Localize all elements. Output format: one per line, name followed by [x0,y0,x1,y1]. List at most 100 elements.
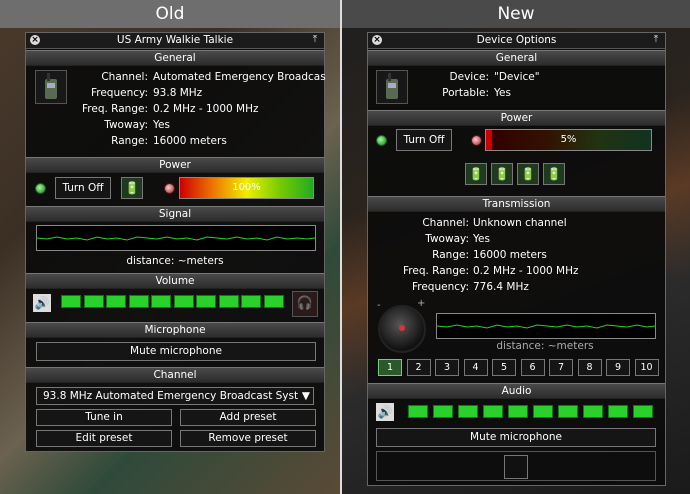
power-header: Power [368,110,665,126]
preset-button-8[interactable]: 8 [577,359,602,376]
panel-titlebar[interactable]: × Device Options ⤒ [368,33,665,49]
twoway-value: Yes [473,233,490,245]
preset-button-9[interactable]: 9 [606,359,630,376]
volume-block[interactable] [558,405,578,418]
edit-preset-button[interactable]: Edit preset [36,430,172,447]
channel-label: Channel: [422,217,469,229]
channel-label: Channel: [101,71,148,83]
volume-bar[interactable] [61,295,286,308]
headphones-icon[interactable]: 🎧 [292,291,318,317]
mute-microphone-button[interactable]: Mute microphone [36,342,316,361]
preset-button-7[interactable]: 7 [549,359,573,376]
volume-block[interactable] [218,295,239,308]
volume-block[interactable] [458,405,478,418]
battery-icon-4: 🔋 [543,163,565,185]
speaker-icon[interactable]: 🔊 [376,403,394,421]
general-header: General [368,50,665,66]
power-header: Power [26,157,324,173]
range-value: 16000 meters [473,249,547,261]
frequency-value: 93.8 MHz [153,87,203,99]
preset-button-2[interactable]: 2 [406,359,431,376]
preset-button-1[interactable]: 1 [378,359,402,376]
power-percent: 5% [560,134,577,145]
volume-block[interactable] [633,405,653,418]
volume-block[interactable] [61,295,81,308]
close-icon[interactable]: × [372,35,382,45]
channel-header: Channel [26,367,324,383]
pin-icon[interactable]: ⤒ [310,34,320,46]
audio-header: Audio [368,383,665,399]
volume-block[interactable] [608,405,628,418]
distance-text: distance: ~meters [126,255,224,267]
volume-block[interactable] [196,295,216,308]
panel-title: US Army Walkie Talkie [116,34,234,46]
audio-slot[interactable] [504,455,528,479]
volume-block[interactable] [151,295,171,308]
channel-value: Unknown channel [473,217,567,229]
channel-value: Automated Emergency Broadcas [153,71,326,83]
range-label: Range: [432,249,469,261]
frequency-label: Frequency: [90,87,148,99]
tune-in-button[interactable]: Tune in [36,409,172,426]
volume-block[interactable] [433,405,453,418]
pin-icon[interactable]: ⤒ [651,34,661,46]
freq-range-value: 0.2 MHz - 1000 MHz [473,265,579,277]
walkie-talkie-icon [376,70,408,104]
freq-range-label: Freq. Range: [82,103,148,115]
remove-preset-button[interactable]: Remove preset [180,430,316,447]
volume-block[interactable] [106,295,126,308]
close-icon[interactable]: × [30,35,40,45]
portable-value: Yes [494,87,511,99]
panel-title: Device Options [476,34,557,46]
volume-block[interactable] [83,295,104,308]
volume-block[interactable] [408,405,428,418]
device-value: "Device" [494,71,540,83]
device-label: Device: [449,71,489,83]
speaker-icon[interactable]: 🔊 [33,294,51,312]
panel-titlebar[interactable]: × US Army Walkie Talkie ⤒ [26,33,324,49]
volume-block[interactable] [508,405,528,418]
add-preset-button[interactable]: Add preset [180,409,316,426]
volume-bar[interactable] [408,405,658,418]
preset-button-5[interactable]: 5 [492,359,516,376]
frequency-knob[interactable] [378,305,426,353]
volume-block[interactable] [173,295,194,308]
knob-indicator [399,325,405,331]
turn-off-button[interactable]: Turn Off [396,129,452,151]
preset-button-10[interactable]: 10 [634,359,659,376]
old-label: Old [0,0,340,28]
volume-block[interactable] [263,295,284,308]
audio-slot-panel [376,451,656,481]
walkie-talkie-panel: × US Army Walkie Talkie ⤒ General Channe… [25,32,326,452]
power-led [471,135,482,146]
preset-button-6[interactable]: 6 [520,359,545,376]
twoway-label: Twoway: [104,119,148,131]
volume-block[interactable] [483,405,503,418]
microphone-header: Microphone [26,322,324,338]
preset-button-4[interactable]: 4 [463,359,488,376]
signal-graph [436,313,656,339]
chevron-down-icon: ▼ [301,390,310,402]
turn-off-button[interactable]: Turn Off [55,177,111,199]
freq-range-label: Freq. Range: [403,265,469,277]
signal-graph [36,225,316,251]
power-percent: 100% [232,182,261,193]
power-bar: 5% [485,129,652,151]
mute-microphone-button[interactable]: Mute microphone [376,428,656,447]
channel-select-value: 93.8 MHz Automated Emergency Broadcast S… [43,390,299,402]
preset-button-3[interactable]: 3 [435,359,459,376]
volume-block[interactable] [533,405,553,418]
general-header: General [26,50,324,66]
volume-block[interactable] [241,295,261,308]
battery-icon: 🔋 [121,177,143,199]
freq-range-value: 0.2 MHz - 1000 MHz [153,103,259,115]
channel-select[interactable]: 93.8 MHz Automated Emergency Broadcast S… [36,387,314,405]
power-on-led [35,183,46,194]
power-led [164,183,175,194]
frequency-label: Frequency: [411,281,469,293]
walkie-talkie-icon [35,70,67,104]
range-label: Range: [111,135,148,147]
volume-block[interactable] [128,295,149,308]
range-value: 16000 meters [153,135,227,147]
volume-block[interactable] [583,405,603,418]
